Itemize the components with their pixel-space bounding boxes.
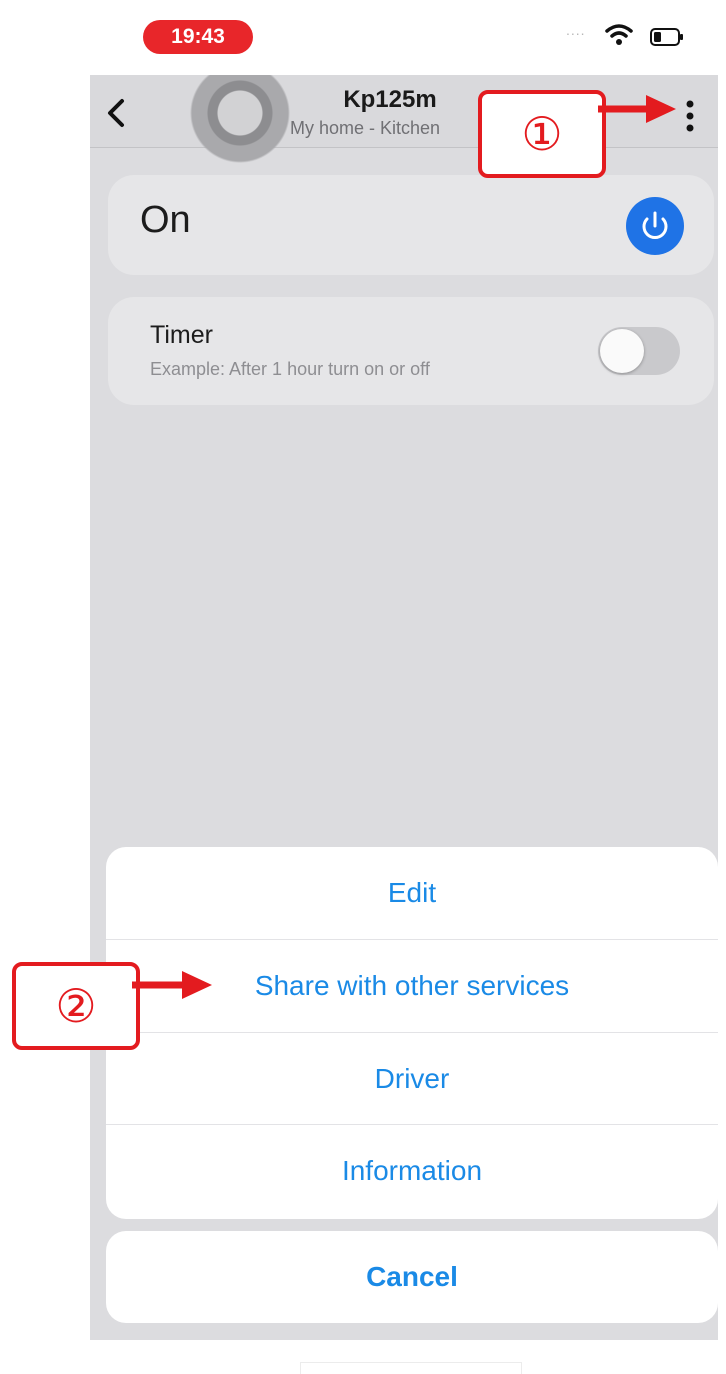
vertical-ellipsis-icon[interactable] <box>680 97 700 135</box>
action-information[interactable]: Information <box>106 1124 718 1217</box>
timer-toggle[interactable] <box>598 327 680 375</box>
device-screen: Kp125m My home - Kitchen On Timer Exampl… <box>90 75 718 1340</box>
annotation-step-1: ① <box>478 90 606 178</box>
battery-icon <box>650 28 683 46</box>
chevron-left-icon[interactable] <box>102 93 132 133</box>
home-indicator <box>300 1362 522 1374</box>
page-subtitle: My home - Kitchen <box>290 118 441 138</box>
status-time: 19:43 <box>143 20 253 54</box>
status-bar: 19:43 .... <box>0 0 726 75</box>
power-button[interactable] <box>626 197 684 255</box>
annotation-step-2: ② <box>12 962 140 1050</box>
annotation-arrow-1 <box>598 95 676 123</box>
power-state-label: On <box>140 199 191 241</box>
timer-description: Example: After 1 hour turn on or off <box>150 359 430 379</box>
action-edit[interactable]: Edit <box>106 847 718 939</box>
signal-indicator: .... <box>566 22 586 38</box>
action-driver[interactable]: Driver <box>106 1032 718 1125</box>
timer-title: Timer <box>150 321 213 349</box>
timer-card: Timer Example: After 1 hour turn on or o… <box>108 297 714 405</box>
annotation-arrow-2 <box>132 971 212 999</box>
action-sheet: Edit Share with other services Driver In… <box>106 847 718 1219</box>
touch-indicator <box>190 75 290 163</box>
power-icon <box>642 211 668 239</box>
wifi-icon <box>605 24 633 45</box>
page-title: Kp125m <box>343 86 437 113</box>
toggle-knob <box>600 329 644 373</box>
power-card: On <box>108 175 714 275</box>
cancel-button[interactable]: Cancel <box>106 1231 718 1323</box>
